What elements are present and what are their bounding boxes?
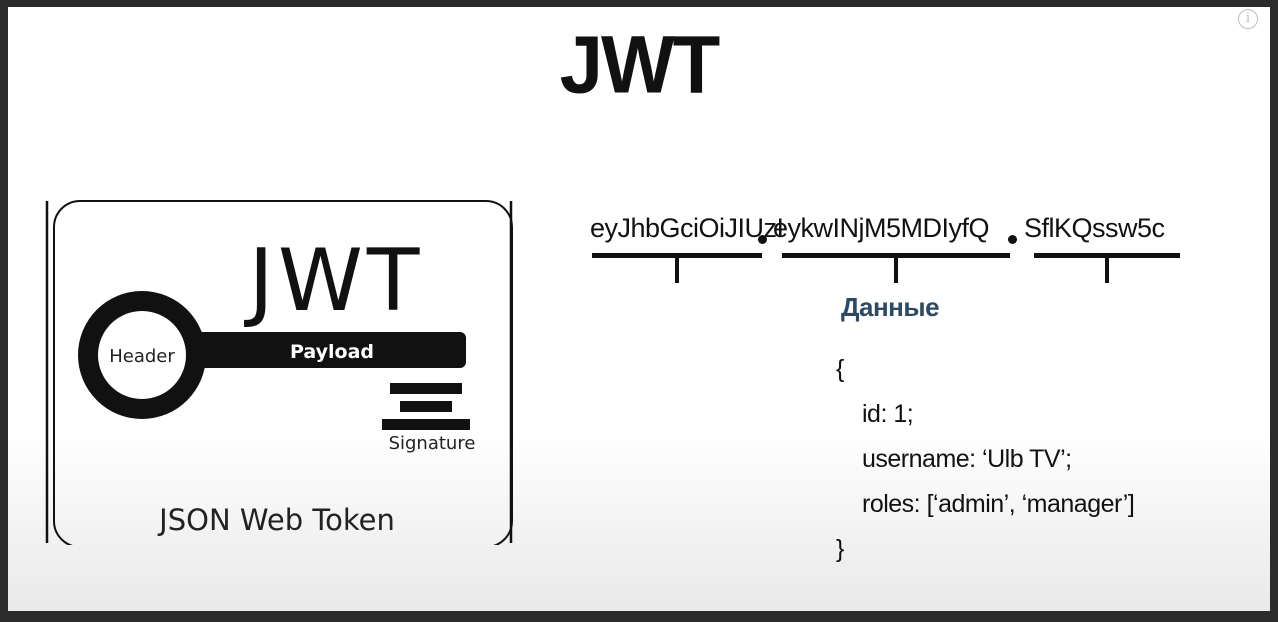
payload-bracket (782, 253, 1010, 283)
code-line: roles: [‘admin’, ‘manager’] (862, 490, 1135, 518)
signature-bracket (1034, 253, 1180, 283)
payload-data-label: Данные (841, 292, 940, 322)
logo-signature-label: Signature (389, 433, 476, 454)
logo-title: JWT (244, 231, 424, 331)
code-line: username: ‘Ulb TV’; (862, 445, 1072, 473)
logo-header-label: Header (109, 346, 175, 367)
code-open-brace: { (836, 355, 844, 383)
code-close-brace: } (836, 535, 844, 563)
sig-bar-2 (400, 401, 452, 412)
token-dot-1 (758, 235, 767, 244)
token-signature: SflKQssw5c (1024, 213, 1165, 243)
token-payload: eykwINjM5MDIyfQ (773, 213, 990, 243)
token-dot-2 (1008, 235, 1017, 244)
token-header: eyJhbGciOiJIUzI (590, 213, 784, 243)
slide: i JWT JWT Header Payload Signature JSON … (8, 7, 1270, 611)
jwt-logo: JWT Header Payload Signature JSON Web To… (44, 193, 514, 548)
sig-bar-3 (382, 419, 470, 430)
logo-payload-label: Payload (290, 341, 374, 363)
sig-bar-1 (390, 383, 462, 394)
logo-caption: JSON Web Token (157, 503, 395, 537)
header-bracket (592, 253, 762, 283)
page-title: JWT (559, 17, 721, 111)
payload-code-block: { id: 1; username: ‘Ulb TV’; roles: [‘ad… (836, 347, 1135, 572)
code-line: id: 1; (862, 400, 914, 428)
jwt-logo-graphic: JWT Header Payload Signature JSON Web To… (45, 200, 513, 548)
